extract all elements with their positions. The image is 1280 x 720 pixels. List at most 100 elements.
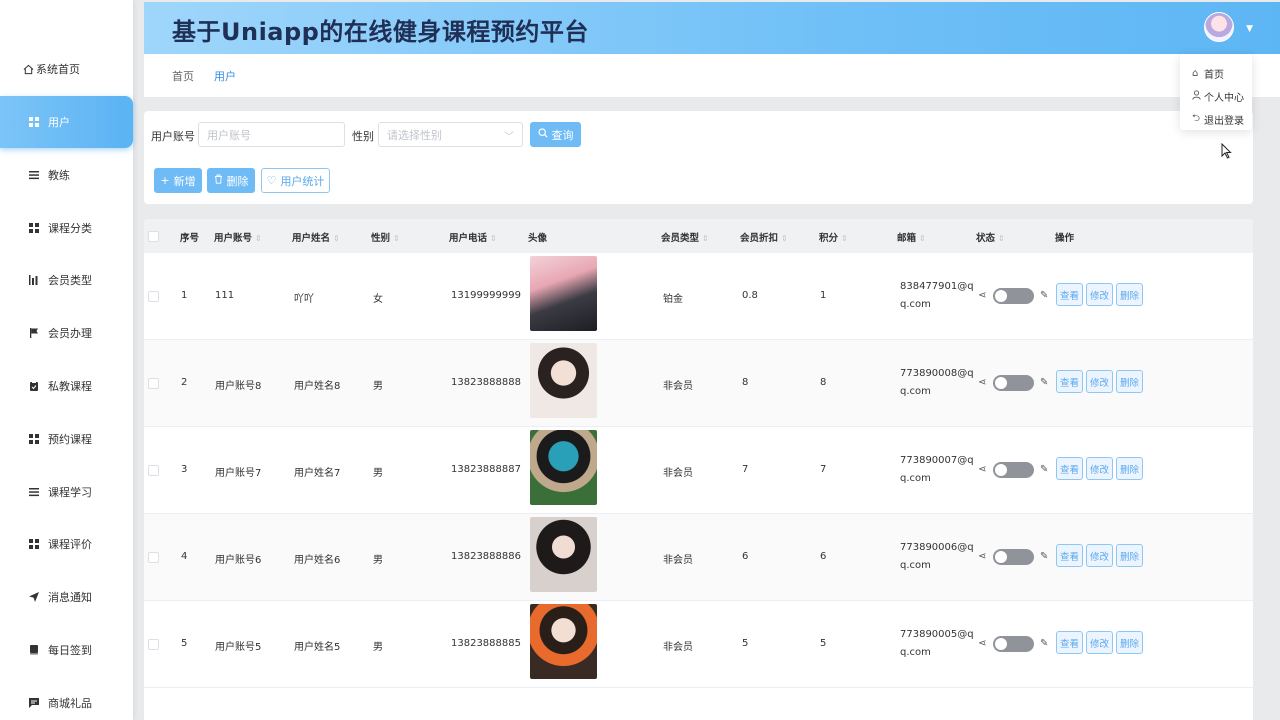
row-checkbox[interactable] (148, 639, 159, 650)
grid-icon (28, 116, 40, 128)
home-icon: ⌂ (1192, 68, 1199, 79)
view-button[interactable]: 查看 (1056, 370, 1083, 393)
cell-email: 773890005@qq.com (900, 629, 974, 658)
edit-button[interactable]: 修改 (1086, 631, 1113, 654)
sidebar-item-10[interactable]: 消息通知 (0, 571, 133, 623)
gender-select[interactable]: 请选择性别 ﹀ (378, 122, 523, 147)
sidebar-item-1[interactable]: 用户 (0, 96, 133, 148)
sidebar-item-12[interactable]: 商城礼品 (0, 677, 133, 720)
sidebar-item-3[interactable]: 课程分类 (0, 202, 133, 254)
cell-email: 773890006@qq.com (900, 542, 974, 571)
status-toggle[interactable] (993, 636, 1034, 652)
avatar[interactable] (1204, 12, 1234, 42)
list-icon (28, 486, 40, 498)
column-name[interactable]: 用户姓名 ⇕ (292, 230, 340, 244)
cell-index: 2 (181, 377, 188, 388)
delete-row-button[interactable]: 删除 (1116, 631, 1143, 654)
list-icon (28, 169, 40, 181)
query-button[interactable]: 查询 (530, 122, 581, 147)
row-checkbox[interactable] (148, 465, 159, 476)
column-account[interactable]: 用户账号 ⇕ (214, 230, 262, 244)
sidebar-item-2[interactable]: 教练 (0, 149, 133, 201)
sidebar-item-6[interactable]: 私教课程 (0, 360, 133, 412)
sidebar-item-9[interactable]: 课程评价 (0, 518, 133, 570)
button-label: 删除 (226, 174, 249, 188)
cell-member-type: 铂金 (663, 294, 683, 305)
column-phone[interactable]: 用户电话 ⇕ (449, 230, 497, 244)
cell-email: 773890008@qq.com (900, 368, 974, 397)
column-gender[interactable]: 性别 ⇕ (371, 230, 400, 244)
column-email[interactable]: 邮箱 ⇕ (897, 230, 926, 244)
delete-row-button[interactable]: 删除 (1116, 283, 1143, 306)
view-button[interactable]: 查看 (1056, 457, 1083, 480)
cell-account: 用户账号6 (215, 555, 262, 566)
menu-item-logout[interactable]: ⮌ 退出登录 (1180, 108, 1252, 131)
row-checkbox[interactable] (148, 552, 159, 563)
button-label: 查询 (551, 128, 574, 142)
sidebar-item-home[interactable]: 系统首页 (0, 43, 133, 95)
search-icon (537, 128, 548, 141)
share-icon: ⋖ (978, 290, 987, 301)
status-toggle[interactable] (993, 462, 1034, 478)
edit-button[interactable]: 修改 (1086, 370, 1113, 393)
add-button[interactable]: + 新增 (154, 168, 202, 193)
sidebar-item-11[interactable]: 每日签到 (0, 624, 133, 676)
view-button[interactable]: 查看 (1056, 283, 1083, 306)
delete-row-button[interactable]: 删除 (1116, 544, 1143, 567)
sidebar-item-4[interactable]: 会员类型 (0, 254, 133, 306)
account-label: 用户账号 (151, 130, 195, 143)
flag-icon (28, 327, 40, 339)
menu-item-home[interactable]: ⌂ 首页 (1180, 62, 1252, 85)
row-checkbox[interactable] (148, 291, 159, 302)
column-status[interactable]: 状态 ⇕ (976, 230, 1005, 244)
edit-button[interactable]: 修改 (1086, 283, 1113, 306)
status-toggle[interactable] (993, 375, 1034, 391)
cell-gender: 男 (373, 555, 383, 566)
cell-phone: 13823888886 (451, 551, 521, 562)
cell-phone: 13823888887 (451, 464, 521, 475)
cell-index: 5 (181, 638, 188, 649)
top-header: 基于Uniapp的在线健身课程预约平台 ▼ (144, 2, 1280, 54)
delete-button[interactable]: 删除 (207, 168, 255, 193)
status-toggle[interactable] (993, 288, 1034, 304)
menu-item-profile[interactable]: 个人中心 (1180, 85, 1252, 108)
column-member-type[interactable]: 会员类型 ⇕ (661, 230, 709, 244)
column-discount[interactable]: 会员折扣 ⇕ (740, 230, 788, 244)
cell-account: 111 (215, 290, 235, 301)
edit-button[interactable]: 修改 (1086, 544, 1113, 567)
account-search-input[interactable]: 用户账号 (198, 122, 345, 147)
table-row: 2 用户账号8 用户姓名8 男 13823888888 非会员 8 8 773890008@qq… (144, 340, 1253, 427)
select-all-checkbox[interactable] (148, 231, 159, 242)
row-checkbox[interactable] (148, 378, 159, 389)
cell-index: 3 (181, 464, 188, 475)
sidebar-item-label: 私教课程 (48, 380, 92, 393)
sidebar-item-7[interactable]: 预约课程 (0, 413, 133, 465)
sidebar-item-label: 课程学习 (48, 485, 92, 499)
edit-button[interactable]: 修改 (1086, 457, 1113, 480)
caret-down-icon[interactable]: ▼ (1246, 24, 1253, 34)
share-icon: ⋖ (978, 377, 987, 388)
sort-icon: ⇕ (333, 234, 340, 243)
sidebar-item-8[interactable]: 课程学习 (0, 466, 133, 518)
breadcrumb-home[interactable]: 首页 (172, 68, 194, 84)
sort-icon: ⇕ (393, 234, 400, 243)
delete-row-button[interactable]: 删除 (1116, 457, 1143, 480)
cell-gender: 男 (373, 381, 383, 392)
cell-phone: 13823888885 (451, 638, 521, 649)
user-stats-button[interactable]: ♡ 用户统计 (261, 168, 330, 193)
cell-discount: 8 (742, 377, 749, 388)
status-toggle[interactable] (993, 549, 1034, 565)
sidebar-item-5[interactable]: 会员办理 (0, 307, 133, 359)
cell-points: 7 (820, 464, 827, 475)
cell-phone: 13823888888 (451, 377, 521, 388)
sidebar-item-label: 商城礼品 (48, 696, 92, 710)
grid-icon (28, 222, 40, 234)
view-button[interactable]: 查看 (1056, 631, 1083, 654)
sidebar-item-label: 会员办理 (48, 327, 92, 341)
table-row: 5 用户账号5 用户姓名5 男 13823888885 非会员 5 5 773890005@qq… (144, 601, 1253, 688)
column-points[interactable]: 积分 ⇕ (819, 230, 848, 244)
view-button[interactable]: 查看 (1056, 544, 1083, 567)
sidebar-item-label: 每日签到 (48, 644, 92, 657)
menu-item-label: 退出登录 (1204, 116, 1244, 127)
delete-row-button[interactable]: 删除 (1116, 370, 1143, 393)
